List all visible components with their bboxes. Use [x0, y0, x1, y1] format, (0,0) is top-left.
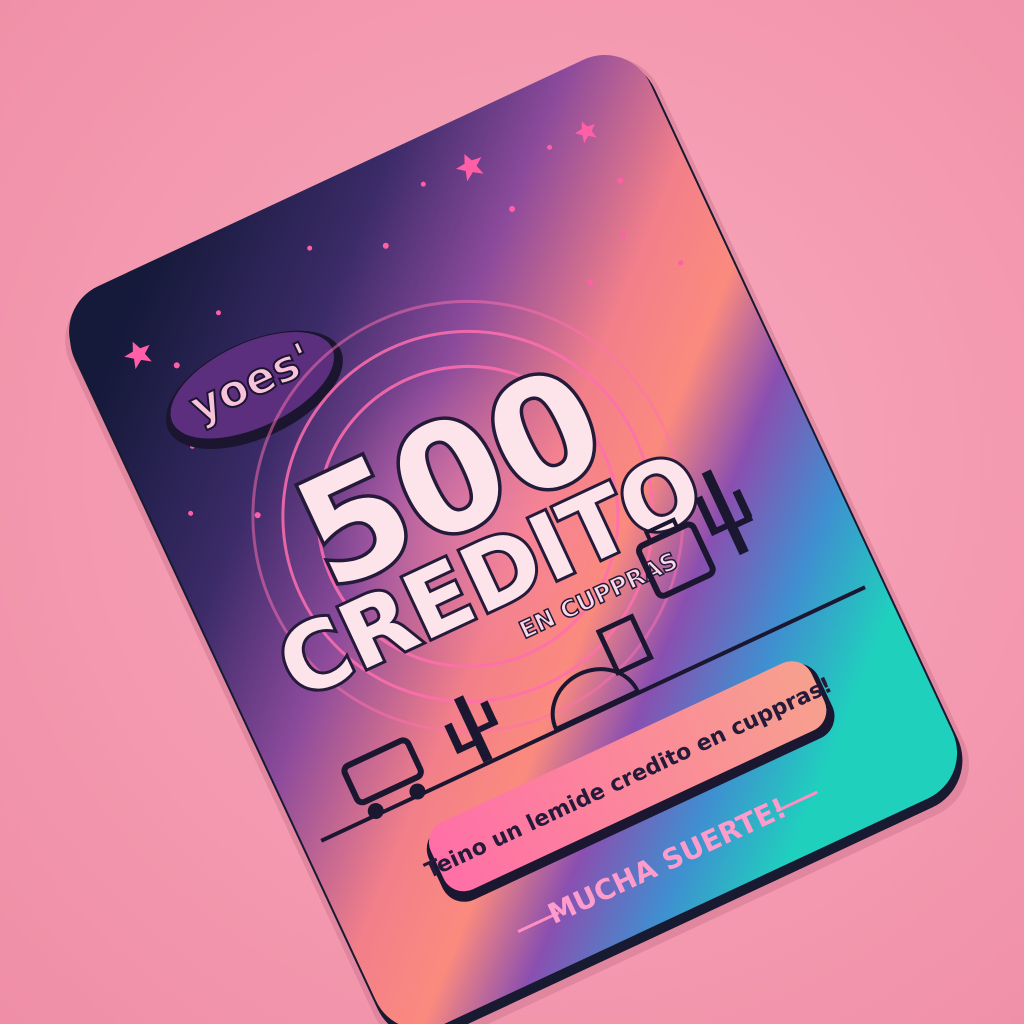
promo-card-scene: yoes' 500 CREDITO EN CUPPRAS Teino un le…	[65, 54, 969, 1024]
credit-card: yoes' 500 CREDITO EN CUPPRAS Teino un le…	[69, 54, 963, 1024]
